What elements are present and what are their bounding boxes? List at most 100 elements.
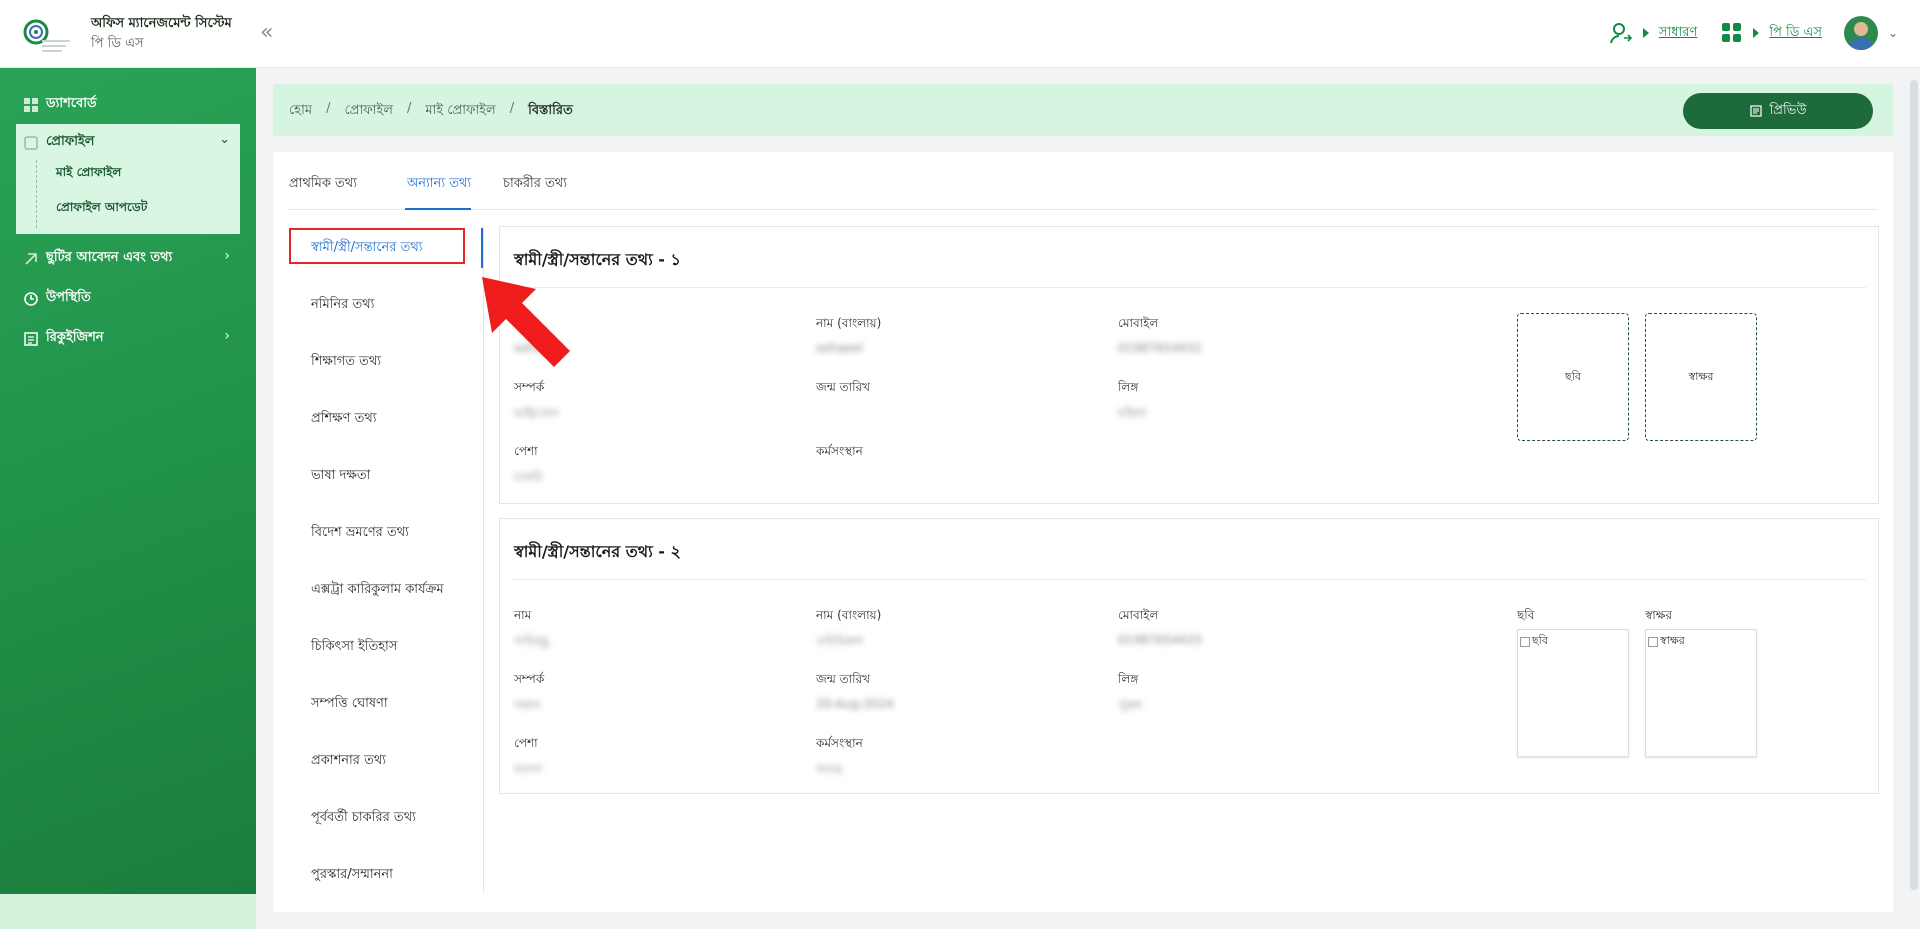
breadcrumb: হোম / প্রোফাইল / মাই প্রোফাইল / বিস্তারি… (289, 101, 573, 122)
nav-item-asset-declaration[interactable]: সম্পত্তি ঘোষণা (311, 694, 388, 715)
sidebar: ড্যাশবোর্ড প্রোফাইল ⌄ মাই প্রোফাইল প্রোফ… (0, 68, 256, 894)
sidebar-item-profile[interactable]: প্রোফাইল (24, 132, 94, 153)
field-value-mobile: 01987654432 (1118, 341, 1202, 355)
sidebar-item-dashboard[interactable]: ড্যাশবোর্ড (24, 94, 97, 115)
field-label-employment: কর্মসংস্থান (816, 444, 863, 458)
requisition-icon (24, 331, 38, 346)
field-label-dob: জন্ম তারিখ (816, 672, 871, 686)
broken-image-icon (1520, 636, 1530, 647)
app-subtitle: পি ডি এস (91, 36, 144, 51)
tab-bar: প্রাথমিক তথ্য অন্যান্য তথ্য চাকরীর তথ্য (287, 152, 1877, 210)
active-tab-indicator (405, 208, 471, 210)
field-label-photo: ছবি (1517, 608, 1535, 622)
sidebar-item-leave[interactable]: ছুটির আবেদন এবং তথ্য (24, 248, 172, 269)
sidebar-item-requisition[interactable]: রিকুইজিশন (24, 328, 104, 349)
family-info-card-1: স্বামী/স্ত্রী/সন্তানের তথ্য - ১ নাম sohe… (499, 226, 1879, 504)
tab-other-info[interactable]: অন্যান্য তথ্য (407, 174, 471, 195)
chevron-down-icon[interactable]: ⌄ (1888, 26, 1898, 40)
field-value-gender: পুরুষ (1118, 698, 1142, 712)
chevron-right-icon: › (224, 248, 230, 264)
nav-item-publication-info[interactable]: প্রকাশনার তথ্য (311, 751, 386, 772)
dashboard-icon (24, 97, 38, 112)
sidebar-item-label: উপস্থিতি (46, 290, 91, 305)
module-link[interactable]: পি ডি এস (1769, 23, 1822, 44)
field-label-mobile: মোবাইল (1118, 608, 1159, 622)
card-title: স্বামী/স্ত্রী/সন্তানের তথ্য - ১ (514, 250, 681, 269)
sidebar-subitem-my-profile[interactable]: মাই প্রোফাইল (56, 164, 121, 184)
nav-item-previous-job-info[interactable]: পূর্ববর্তী চাকরির তথ্য (311, 808, 416, 829)
nav-item-award-info[interactable]: পুরস্কার/সম্মাননা (311, 865, 393, 886)
red-arrow-icon (482, 277, 570, 367)
field-label-name-bn: নাম (বাংলায়) (816, 316, 882, 330)
breadcrumb-home[interactable]: হোম (289, 101, 312, 122)
sidebar-item-attendance[interactable]: উপস্থিতি (24, 288, 91, 309)
breadcrumb-bar: হোম / প্রোফাইল / মাই প্রোফাইল / বিস্তারি… (273, 84, 1893, 136)
field-label-name-bn: নাম (বাংলায়) (816, 608, 882, 622)
photo-image: ছবি (1517, 629, 1629, 757)
field-label-relation: সম্পর্ক (514, 672, 545, 686)
chevron-down-icon[interactable]: ⌄ (219, 132, 230, 147)
field-value-mobile: 01987654433 (1118, 633, 1202, 647)
sidebar-item-profile-group: প্রোফাইল ⌄ মাই প্রোফাইল প্রোফাইল আপডেট (16, 124, 240, 234)
field-label-occupation: পেশা (514, 736, 538, 750)
clock-icon (24, 291, 38, 306)
role-link[interactable]: সাধারণ (1659, 23, 1697, 44)
field-value-dob: 20-Aug-2024 (816, 697, 894, 711)
breadcrumb-current: বিস্তারিত (528, 103, 573, 118)
breadcrumb-profile[interactable]: প্রোফাইল (344, 101, 392, 122)
nav-item-language-skill[interactable]: ভাষা দক্ষতা (311, 466, 370, 487)
family-info-card-2: স্বামী/স্ত্রী/সন্তানের তথ্য - ২ নাম সামি… (499, 518, 1879, 794)
field-label-employment: কর্মসংস্থান (816, 736, 863, 750)
profile-icon (24, 135, 38, 150)
nav-item-education-info[interactable]: শিক্ষাগত তথ্য (311, 352, 381, 373)
active-section-indicator (481, 228, 483, 268)
field-label-gender: লিঙ্গ (1118, 672, 1139, 686)
leave-icon (25, 252, 37, 265)
sidebar-item-label: ড্যাশবোর্ড (46, 96, 97, 111)
field-label-name: নাম (514, 608, 532, 622)
photo-placeholder: ছবি (1517, 313, 1629, 441)
chevron-right-icon: › (224, 328, 230, 344)
app-title: অফিস ম্যানেজমেন্ট সিস্টেম (91, 16, 232, 31)
section-nav: স্বামী/স্ত্রী/সন্তানের তথ্য নমিনির তথ্য … (287, 226, 484, 892)
field-label-signature: স্বাক্ষর (1645, 608, 1673, 622)
sidebar-item-label: ছুটির আবেদন এবং তথ্য (46, 250, 173, 265)
field-label-mobile: মোবাইল (1118, 316, 1159, 330)
sidebar-item-label: প্রোফাইল (46, 134, 95, 149)
collapse-sidebar-button[interactable]: « (260, 20, 273, 45)
header-actions: সাধারণ পি ডি এস ⌄ (1609, 16, 1898, 50)
scrollbar[interactable] (1910, 80, 1918, 890)
sidebar-item-label: রিকুইজিশন (46, 330, 104, 345)
preview-button-label: প্রিভিউ (1769, 102, 1807, 118)
sidebar-subitem-profile-update[interactable]: প্রোফাইল আপডেট (56, 199, 147, 219)
tab-basic-info[interactable]: প্রাথমিক তথ্য (289, 174, 357, 195)
field-label-occupation: পেশা (514, 444, 538, 458)
sidebar-footer (0, 894, 256, 929)
breadcrumb-my-profile[interactable]: মাই প্রোফাইল (425, 101, 495, 122)
nav-item-training-info[interactable]: প্রশিক্ষণ তথ্য (311, 409, 377, 430)
field-value-relation: সন্তান (514, 698, 541, 712)
field-label-dob: জন্ম তারিখ (816, 380, 871, 394)
field-value-name-bn: sohaeel (816, 341, 863, 355)
field-value-employment: আছে (816, 762, 843, 776)
tab-job-info[interactable]: চাকরীর তথ্য (503, 174, 567, 195)
nav-item-foreign-travel[interactable]: বিদেশ ভ্রমণের তথ্য (311, 523, 409, 544)
preview-button[interactable]: প্রিভিউ (1683, 93, 1873, 129)
nav-item-extra-curricular[interactable]: এক্সট্রা কারিকুলাম কার্যক্রম (311, 580, 444, 601)
field-value-occupation: চাকরি (514, 470, 543, 484)
document-icon (1749, 105, 1762, 117)
logo-icon (23, 19, 70, 52)
user-switch-icon (1609, 23, 1633, 44)
main-content: প্রাথমিক তথ্য অন্যান্য তথ্য চাকরীর তথ্য … (273, 152, 1893, 912)
avatar[interactable] (1843, 16, 1878, 50)
caret-right-icon (1753, 28, 1760, 38)
field-value-name-bn: ওমিমিরুল (816, 634, 864, 648)
nav-item-nominee-info[interactable]: নমিনির তথ্য (311, 295, 374, 316)
nav-item-family-info[interactable]: স্বামী/স্ত্রী/সন্তানের তথ্য (311, 238, 423, 259)
top-header: অফিস ম্যানেজমেন্ট সিস্টেম পি ডি এস « সাধ… (0, 0, 1920, 68)
signature-placeholder: স্বাক্ষর (1645, 313, 1757, 441)
broken-image-icon (1648, 636, 1658, 647)
grid-apps-icon[interactable] (1721, 22, 1743, 44)
field-value-gender: মহিলা (1118, 406, 1147, 420)
nav-item-medical-history[interactable]: চিকিৎসা ইতিহাস (311, 637, 397, 658)
